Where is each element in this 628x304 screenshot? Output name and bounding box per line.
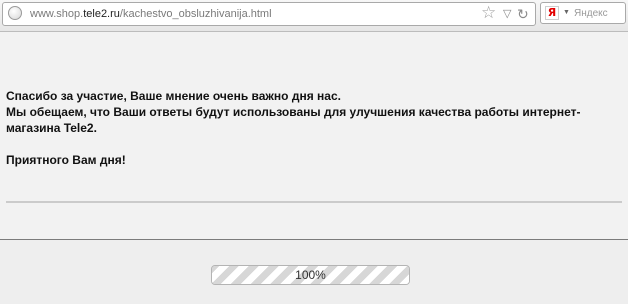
url-host: tele2.ru xyxy=(83,8,120,20)
search-box[interactable]: Я ▼ Яндекс xyxy=(540,2,626,24)
url-path: /kachestvo_obsluzhivanija.html xyxy=(119,8,272,20)
address-bar[interactable]: www.shop.tele2.ru/kachestvo_obsluzhivani… xyxy=(2,2,536,26)
progress-bar: 100% xyxy=(211,265,410,285)
reload-icon[interactable]: ↻ xyxy=(517,3,529,25)
history-dropmarker-icon[interactable]: ▽ xyxy=(503,3,511,25)
site-identity-icon[interactable] xyxy=(8,6,22,20)
bookmark-star-icon[interactable]: ☆ xyxy=(481,3,496,23)
message-line-promise: Мы обещаем, что Ваши ответы будут исполь… xyxy=(6,105,581,135)
content-panel: Спасибо за участие, Ваше мнение очень ва… xyxy=(0,32,628,240)
yandex-icon[interactable]: Я xyxy=(545,6,559,20)
browser-toolbar: www.shop.tele2.ru/kachestvo_obsluzhivani… xyxy=(0,0,628,32)
thank-you-message: Спасибо за участие, Ваше мнение очень ва… xyxy=(6,88,624,168)
url-prefix: www.shop. xyxy=(30,8,84,20)
message-line-greeting: Приятного Вам дня! xyxy=(6,153,126,167)
address-url[interactable]: www.shop.tele2.ru/kachestvo_obsluzhivani… xyxy=(30,7,272,21)
progress-label: 100% xyxy=(295,268,326,282)
search-placeholder[interactable]: Яндекс xyxy=(574,7,608,20)
content-divider xyxy=(6,201,622,203)
message-line-thanks: Спасибо за участие, Ваше мнение очень ва… xyxy=(6,89,341,103)
engine-dropdown-icon[interactable]: ▼ xyxy=(563,8,570,18)
